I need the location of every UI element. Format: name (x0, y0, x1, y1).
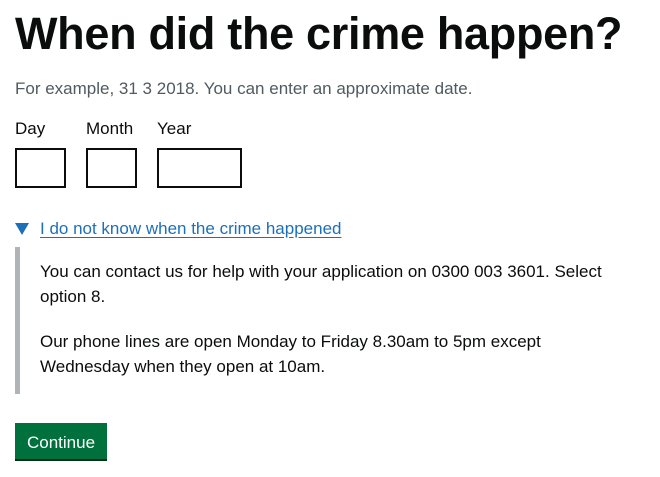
day-label: Day (15, 119, 46, 138)
help-details: I do not know when the crime happened Yo… (15, 217, 645, 394)
details-summary[interactable]: I do not know when the crime happened (15, 217, 645, 241)
month-item: Month (86, 118, 137, 188)
continue-button[interactable]: Continue (15, 423, 108, 459)
day-item: Day (15, 118, 66, 188)
date-input-group: Day Month Year (15, 118, 645, 188)
year-label: Year (157, 119, 192, 138)
details-panel: You can contact us for help with your ap… (15, 247, 615, 394)
page-content: When did the crime happen? For example, … (15, 0, 645, 459)
triangle-down-icon[interactable] (15, 223, 29, 235)
year-item: Year (157, 118, 242, 188)
day-input[interactable] (15, 148, 66, 188)
month-label: Month (86, 119, 134, 138)
year-input[interactable] (157, 148, 242, 188)
page-title: When did the crime happen? (15, 8, 623, 59)
details-summary-link[interactable]: I do not know when the crime happened (40, 217, 341, 241)
month-input[interactable] (86, 148, 137, 188)
date-hint: For example, 31 3 2018. You can enter an… (15, 79, 473, 98)
help-contact-text: You can contact us for help with your ap… (40, 262, 602, 306)
help-hours-text: Our phone lines are open Monday to Frida… (40, 332, 541, 376)
